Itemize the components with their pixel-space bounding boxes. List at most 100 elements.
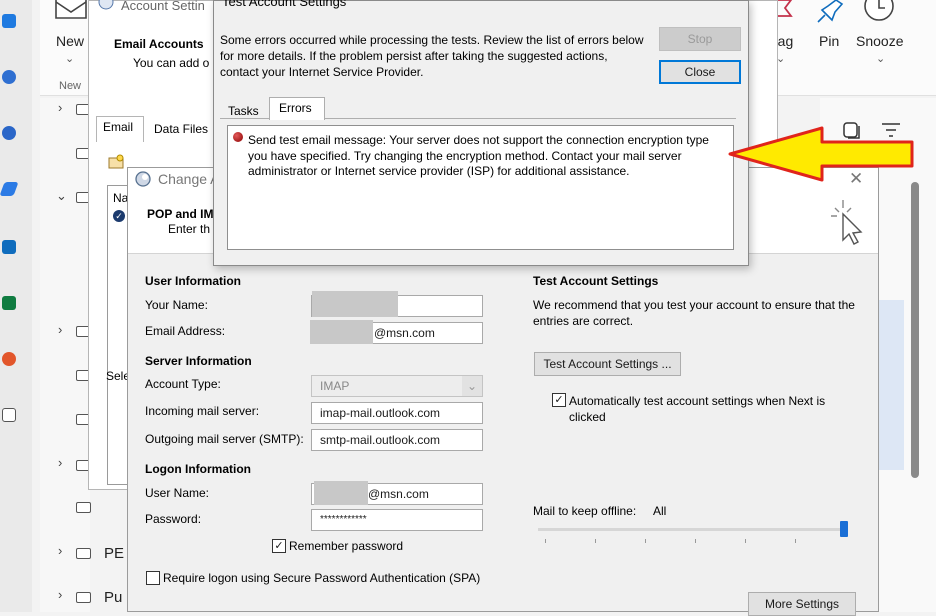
remember-password-label[interactable]: Remember password [289, 539, 403, 553]
cursor-icon [831, 200, 863, 245]
user-name-value: @msn.com [368, 487, 429, 501]
collapse-chevron-icon[interactable]: ⌄ [56, 188, 67, 203]
offline-slider-thumb[interactable] [840, 521, 848, 537]
spa-label[interactable]: Require logon using Secure Password Auth… [163, 571, 480, 585]
folder-icon [76, 502, 91, 513]
expand-chevron-icon[interactable]: › [58, 455, 62, 470]
email-address-label: Email Address: [145, 324, 226, 338]
chevron-down-icon: ⌄ [462, 376, 482, 396]
server-information-heading: Server Information [145, 354, 252, 368]
error-icon [233, 132, 243, 142]
slider-tick [695, 539, 696, 543]
email-address-value: @msn.com [374, 326, 435, 340]
app-bar [0, 0, 32, 612]
folder-row-pe[interactable]: › [58, 543, 62, 558]
test-account-settings-button[interactable]: Test Account Settings ... [534, 352, 681, 376]
snooze-chevron-icon[interactable]: ⌄ [876, 52, 885, 65]
email-accounts-subtext: You can add o [133, 56, 210, 70]
redaction [310, 320, 373, 344]
office-app-icon[interactable] [2, 352, 16, 366]
email-accounts-heading: Email Accounts [114, 37, 204, 51]
more-settings-button[interactable]: More Settings [748, 592, 856, 616]
change-account-title: Change A [158, 171, 220, 187]
new-chevron-icon[interactable]: ⌄ [65, 52, 74, 65]
expand-chevron-icon[interactable]: › [58, 587, 62, 602]
auto-test-checkbox[interactable]: ✓ [552, 393, 566, 407]
password-value: ************ [320, 514, 367, 525]
incoming-server-value: imap-mail.outlook.com [320, 406, 441, 420]
slider-tick [545, 539, 546, 543]
word-app-icon[interactable] [2, 240, 16, 254]
account-type-select: IMAP ⌄ [311, 375, 483, 397]
redaction [312, 291, 398, 317]
slider-tick [645, 539, 646, 543]
user-name-label: User Name: [145, 486, 210, 500]
test-account-settings-heading: Test Account Settings [533, 274, 659, 288]
account-type-value: IMAP [320, 379, 350, 393]
default-account-check-icon: ✓ [113, 210, 125, 222]
excel-app-icon[interactable] [2, 296, 16, 310]
account-settings-title: Account Settin [121, 0, 205, 13]
slider-tick [745, 539, 746, 543]
clock-icon[interactable] [862, 0, 896, 24]
pin-label[interactable]: Pin [819, 33, 839, 49]
folder-pane [40, 98, 90, 612]
folder-name[interactable]: PE [104, 545, 124, 562]
folder-icon [76, 548, 91, 559]
snooze-label[interactable]: Snooze [856, 33, 903, 49]
tasks-app-icon[interactable] [0, 182, 19, 196]
pin-icon[interactable] [812, 0, 844, 24]
test-dialog-message: Some errors occurred while processing th… [220, 33, 644, 79]
new-account-icon[interactable] [108, 154, 126, 170]
tab-tasks[interactable]: Tasks [228, 104, 259, 118]
folder-row[interactable]: › [58, 322, 62, 337]
mail-offline-value: All [653, 504, 667, 518]
test-dialog-title: Test Account Settings [222, 0, 347, 9]
remember-password-checkbox[interactable]: ✓ [272, 539, 286, 553]
slider-tick [595, 539, 596, 543]
password-label: Password: [145, 512, 202, 526]
pop-imap-heading: POP and IM [147, 207, 214, 221]
folder-row-pu[interactable]: › [58, 587, 62, 602]
outgoing-server-label: Outgoing mail server (SMTP): [145, 432, 304, 446]
close-button[interactable]: Close [659, 60, 741, 84]
account-type-label: Account Type: [145, 377, 221, 391]
folder-row[interactable]: › [58, 100, 62, 115]
folder-name[interactable]: Pu [104, 589, 122, 606]
error-message: Send test email message: Your server doe… [248, 133, 709, 178]
slider-tick [795, 539, 796, 543]
tab-errors[interactable]: Errors [269, 97, 325, 120]
test-account-description: We recommend that you test your account … [533, 298, 855, 328]
tab-errors-label[interactable]: Errors [279, 101, 312, 115]
incoming-server-label: Incoming mail server: [145, 404, 260, 418]
tab-email[interactable]: Email [96, 116, 144, 142]
new-label[interactable]: New [56, 33, 84, 49]
groups-app-icon[interactable] [2, 126, 16, 140]
mail-app-icon[interactable] [2, 14, 16, 28]
spa-checkbox[interactable] [146, 571, 160, 585]
people-app-icon[interactable] [2, 70, 16, 84]
tab-email-label[interactable]: Email [103, 120, 133, 134]
expand-chevron-icon[interactable]: › [58, 322, 62, 337]
mail-icon[interactable] [54, 0, 88, 22]
apps-grid-icon[interactable] [2, 408, 16, 422]
password-field[interactable]: ************ [311, 509, 483, 531]
scrollbar-thumb[interactable] [911, 182, 919, 478]
outgoing-server-field[interactable]: smtp-mail.outlook.com [311, 429, 483, 451]
folder-row[interactable]: ⌄ [56, 188, 67, 204]
expand-chevron-icon[interactable]: › [58, 543, 62, 558]
folder-row[interactable]: › [58, 455, 62, 470]
tab-data-files[interactable]: Data Files [154, 122, 208, 136]
expand-chevron-icon[interactable]: › [58, 100, 62, 115]
user-information-heading: User Information [145, 274, 242, 288]
logon-information-heading: Logon Information [145, 462, 251, 476]
stop-button: Stop [659, 27, 741, 51]
offline-slider-track[interactable] [538, 528, 848, 531]
redaction [314, 481, 368, 505]
new-group-label: New [59, 80, 82, 92]
auto-test-label[interactable]: Automatically test account settings when… [569, 393, 859, 425]
your-name-label: Your Name: [145, 298, 208, 312]
account-settings-icon [98, 0, 114, 10]
incoming-server-field[interactable]: imap-mail.outlook.com [311, 402, 483, 424]
annotation-arrow-icon [728, 126, 914, 182]
